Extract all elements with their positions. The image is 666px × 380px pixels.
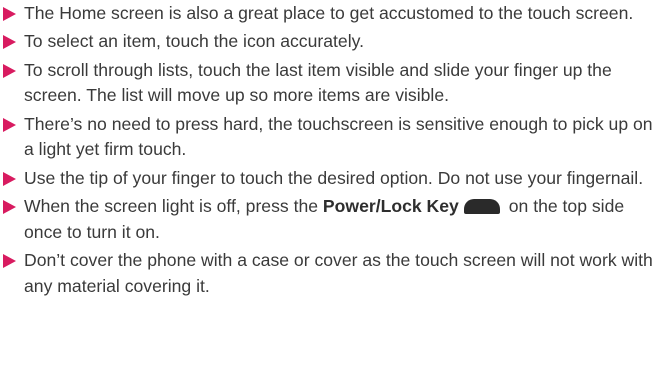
tip-no-case-cover: Don’t cover the phone with a case or cov… (0, 248, 666, 299)
tip-home-screen: The Home screen is also a great place to… (0, 1, 666, 27)
tip-text: Don’t cover the phone with a case or cov… (24, 250, 653, 296)
tip-text: The Home screen is also a great place to… (24, 3, 634, 23)
bullet-arrow-icon (3, 35, 16, 50)
bullet-arrow-icon (3, 117, 16, 132)
bullet-arrow-icon (3, 254, 16, 269)
tip-light-touch: There’s no need to press hard, the touch… (0, 112, 666, 163)
power-lock-key-icon (463, 199, 500, 215)
tip-text: There’s no need to press hard, the touch… (24, 113, 653, 160)
tip-text-before: When the screen light is off, press the (24, 196, 323, 217)
tip-text: Use the tip of your finger to touch the … (24, 167, 644, 188)
tip-text: To scroll through lists, touch the last … (24, 59, 612, 106)
bullet-arrow-icon (3, 200, 16, 215)
tip-scroll-lists: To scroll through lists, touch the last … (0, 58, 666, 109)
power-lock-key-label: Power/Lock Key (322, 196, 459, 217)
bullet-arrow-icon (3, 171, 16, 186)
tip-text: To select an item, touch the icon accura… (24, 31, 364, 52)
bullet-arrow-icon (3, 7, 16, 21)
tip-select-item: To select an item, touch the icon accura… (0, 29, 666, 55)
tip-finger-tip: Use the tip of your finger to touch the … (0, 166, 666, 192)
bullet-arrow-icon (3, 63, 16, 78)
touch-screen-tips-list: The Home screen is also a great place to… (0, 0, 666, 302)
tip-power-lock-key: When the screen light is off, press the … (0, 194, 666, 245)
